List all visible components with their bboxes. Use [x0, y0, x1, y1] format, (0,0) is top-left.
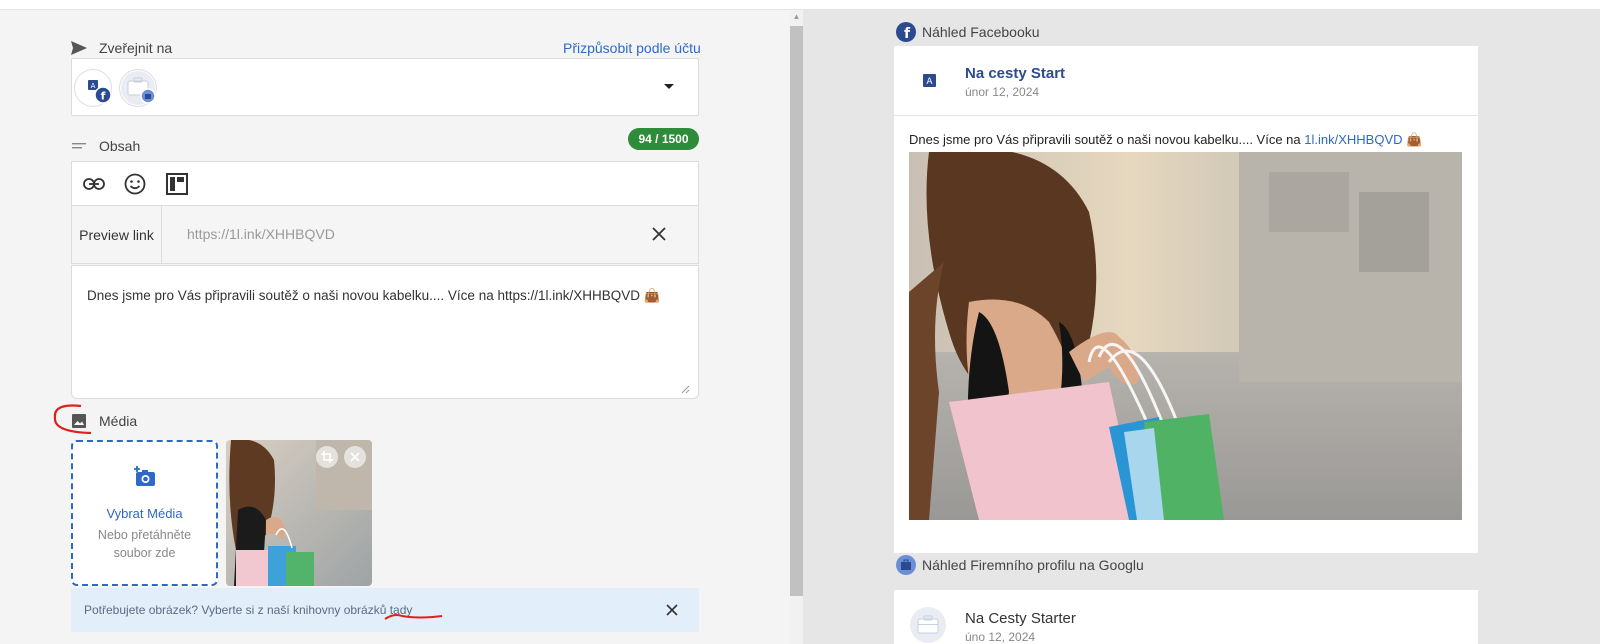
remove-media-icon[interactable]	[344, 446, 366, 468]
facebook-preview-header: f Náhled Facebooku	[896, 22, 1040, 42]
post-text-editor[interactable]: Dnes jsme pro Vás připravili soutěž o na…	[71, 265, 699, 399]
editor-toolbar	[71, 161, 699, 205]
page-logo-icon: A	[923, 74, 936, 92]
account-avatar-google-business[interactable]	[119, 69, 157, 107]
publish-header: Zveřejnit na	[71, 40, 172, 56]
google-preview-header: Náhled Firemního profilu na Googlu	[896, 555, 1144, 575]
google-post-date: úno 12, 2024	[965, 630, 1036, 644]
facebook-icon: f	[896, 22, 916, 42]
svg-text:f: f	[904, 26, 911, 42]
post-text-content[interactable]: Dnes jsme pro Vás připravili soutěž o na…	[87, 288, 661, 304]
preview-link-row: Preview link https://1l.ink/XHHBQVD	[71, 205, 699, 264]
red-annotation-bracket	[53, 404, 92, 435]
crop-icon[interactable]	[316, 446, 338, 468]
publish-label: Zveřejnit na	[99, 40, 173, 56]
layout-icon[interactable]	[165, 172, 189, 196]
media-dropzone[interactable]: Vybrat Média Nebo přetáhněte soubor zde	[71, 440, 218, 586]
media-label: Média	[99, 413, 138, 429]
media-thumbnail[interactable]	[226, 440, 372, 586]
facebook-page-name: Na cesty Start	[965, 65, 1066, 82]
close-icon[interactable]	[648, 223, 670, 245]
svg-text:A: A	[926, 77, 933, 87]
composer-scrollbar[interactable]: ▲	[790, 10, 803, 644]
drop-hint-text: Nebo přetáhněte soubor zde	[97, 528, 192, 560]
account-selector[interactable]: A f	[71, 58, 699, 116]
business-avatar-icon	[909, 606, 947, 644]
link-icon[interactable]	[82, 172, 106, 196]
content-header: Obsah	[71, 138, 140, 154]
handbag-emoji: 👜	[1406, 132, 1423, 147]
preview-link-input[interactable]: https://1l.ink/XHHBQVD	[187, 226, 335, 242]
chevron-down-icon[interactable]	[664, 84, 674, 89]
svg-text:f: f	[101, 90, 106, 103]
scrollbar-thumb[interactable]	[790, 26, 803, 596]
divider	[894, 115, 1478, 116]
top-bar	[0, 0, 1600, 10]
facebook-post-link[interactable]: 1l.ink/XHHBQVD	[1304, 132, 1402, 147]
image-library-banner: Potřebujete obrázek? Vyberte si z naší k…	[71, 588, 699, 632]
google-preview-label: Náhled Firemního profilu na Googlu	[922, 557, 1144, 573]
content-label: Obsah	[99, 138, 141, 154]
facebook-post-text: Dnes jsme pro Vás připravili soutěž o na…	[909, 132, 1422, 148]
image-library-banner-text: Potřebujete obrázek? Vyberte si z naší k…	[84, 603, 413, 617]
google-business-post-preview: Na Cesty Starter úno 12, 2024	[894, 590, 1478, 644]
scroll-up-icon[interactable]: ▲	[790, 12, 803, 21]
red-annotation-underline	[384, 614, 443, 620]
facebook-post-date: únor 12, 2024	[965, 85, 1040, 99]
customize-per-account-link[interactable]: Přizpůsobit podle účtu	[563, 40, 701, 56]
google-business-icon	[896, 555, 916, 575]
add-photo-icon	[133, 464, 157, 493]
select-media-label[interactable]: Vybrat Média	[73, 506, 216, 521]
resize-handle-icon[interactable]	[681, 381, 690, 394]
facebook-preview-label: Náhled Facebooku	[922, 24, 1040, 40]
account-avatar-facebook[interactable]: A f	[74, 69, 112, 107]
character-counter-badge: 94 / 1500	[628, 128, 699, 150]
svg-text:A: A	[91, 82, 96, 90]
google-page-name: Na Cesty Starter	[965, 610, 1076, 627]
close-banner-icon[interactable]	[665, 603, 679, 617]
preview-link-label: Preview link	[72, 206, 162, 263]
text-lines-icon	[71, 138, 87, 154]
send-icon	[71, 40, 87, 56]
shopping-woman-image	[909, 152, 1462, 520]
facebook-post-preview: A Na cesty Start únor 12, 2024 Dnes jsme…	[894, 46, 1478, 553]
emoji-icon[interactable]	[123, 172, 147, 196]
facebook-post-text-body: Dnes jsme pro Vás připravili soutěž o na…	[909, 132, 1305, 147]
facebook-post-image	[909, 152, 1462, 520]
